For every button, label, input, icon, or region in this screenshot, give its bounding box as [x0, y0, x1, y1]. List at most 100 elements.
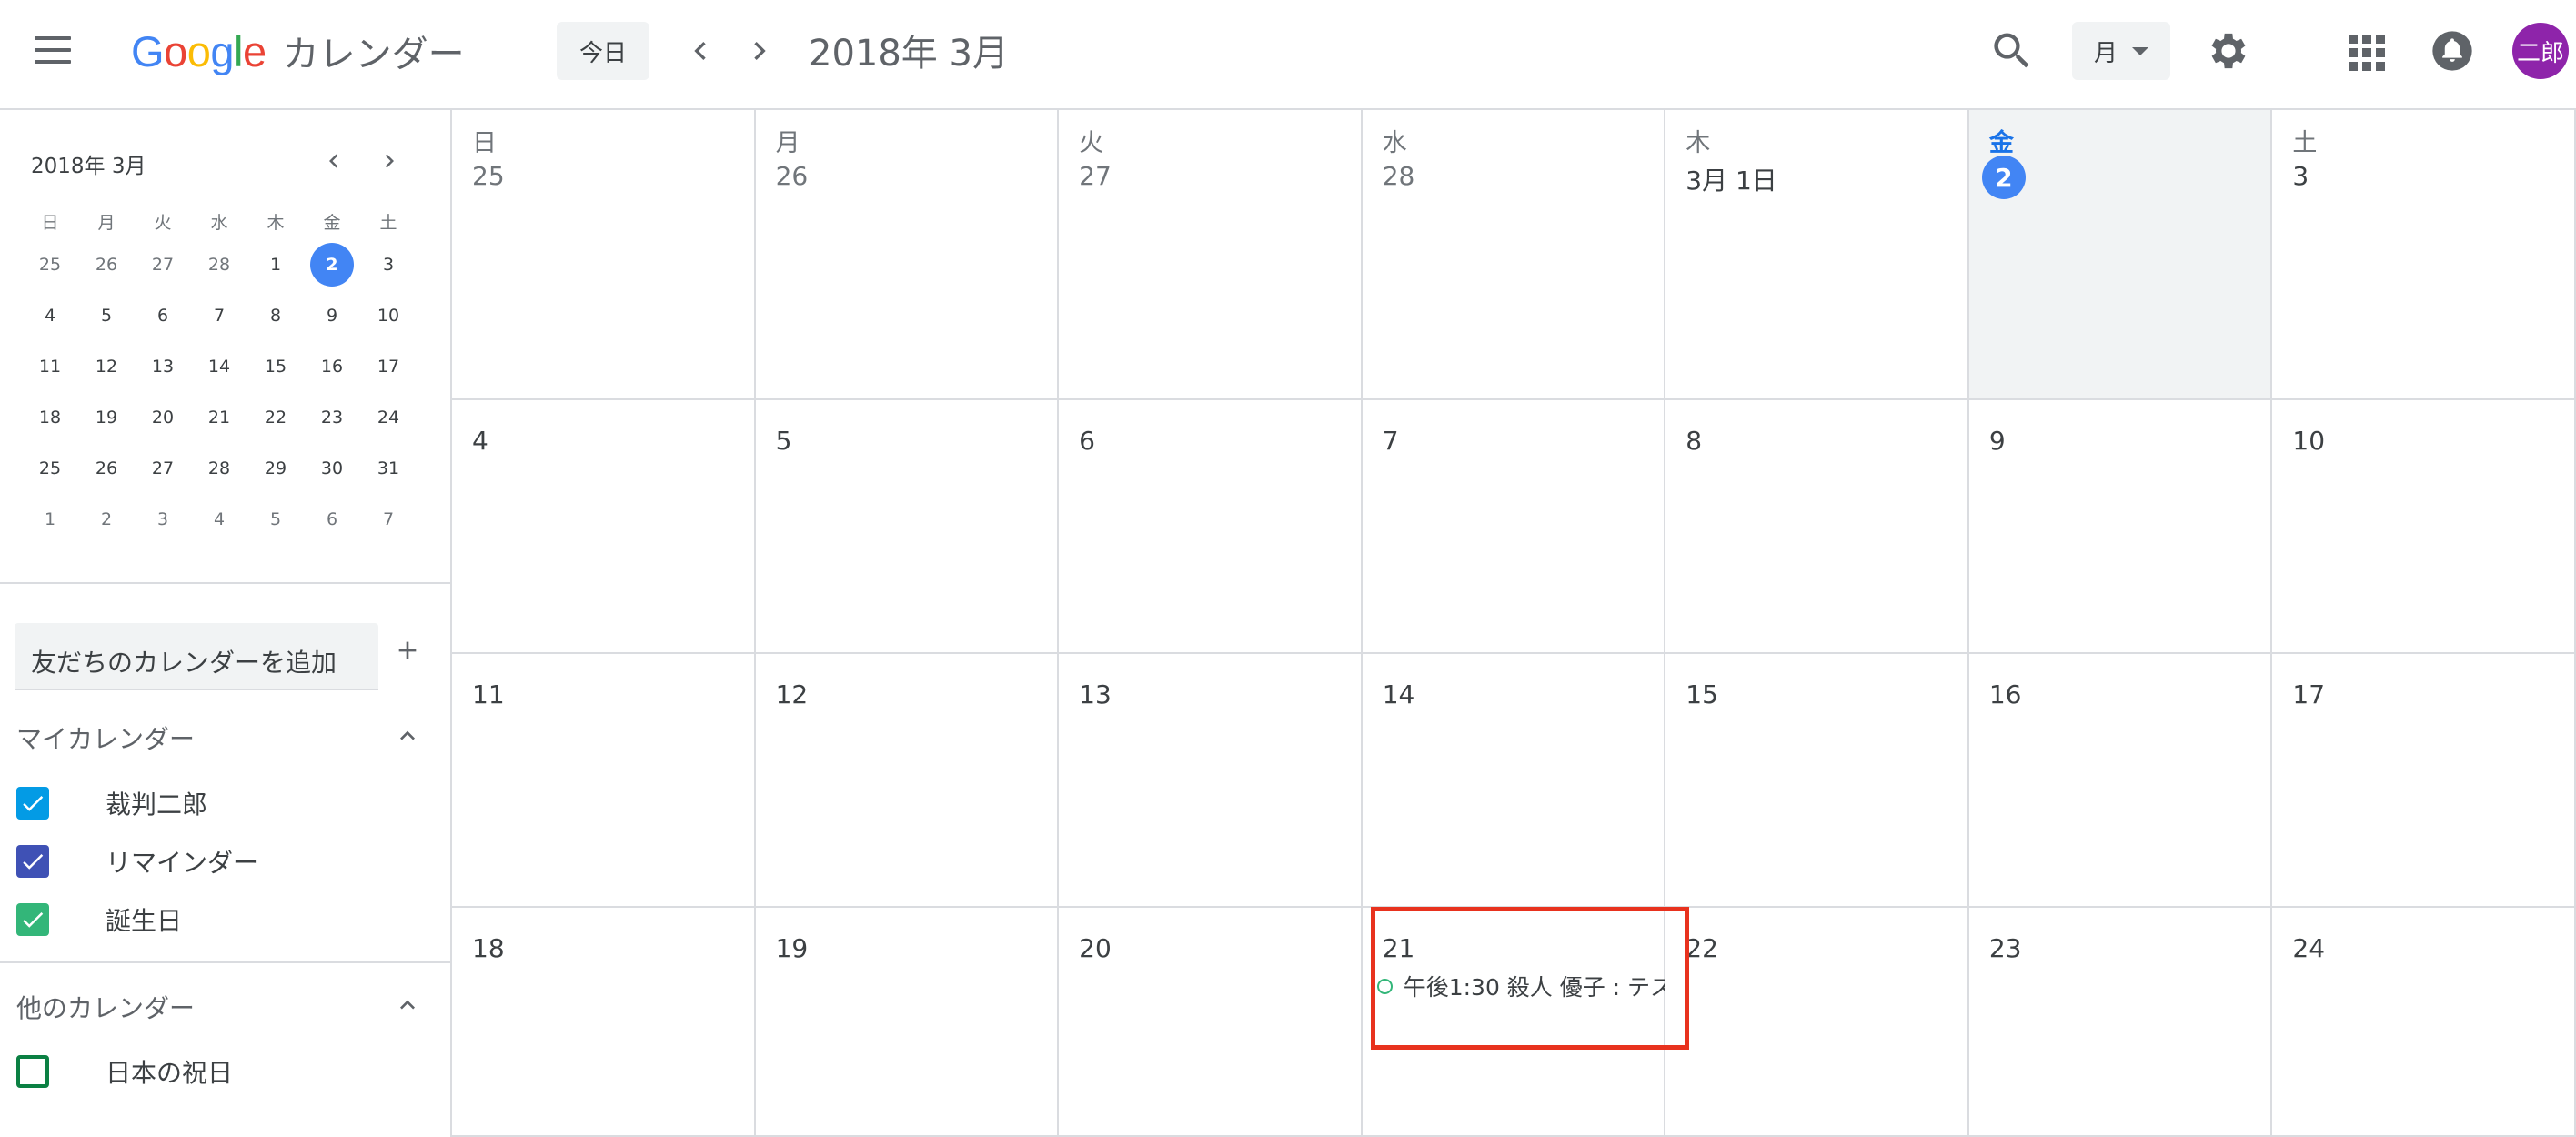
mini-day[interactable]: 6	[135, 294, 191, 337]
mini-day[interactable]: 5	[78, 294, 135, 337]
mini-day[interactable]: 16	[304, 345, 360, 388]
day-number[interactable]: 12	[776, 679, 809, 709]
mini-day-today[interactable]: 2	[304, 243, 360, 287]
day-cell[interactable]: 水 28	[1362, 110, 1666, 400]
day-number[interactable]: 20	[1079, 933, 1112, 963]
day-number[interactable]: 22	[1685, 933, 1718, 963]
mini-day[interactable]: 25	[22, 243, 78, 287]
bell-icon[interactable]	[2429, 27, 2476, 75]
day-cell[interactable]: 月 26	[755, 110, 1060, 400]
day-number[interactable]: 7	[1383, 426, 1399, 456]
checkbox-checked[interactable]	[16, 787, 49, 820]
mini-day[interactable]: 22	[247, 396, 304, 439]
mini-day[interactable]: 3	[360, 243, 417, 287]
day-number[interactable]: 17	[2292, 679, 2325, 709]
search-icon[interactable]	[1988, 27, 2036, 75]
menu-icon[interactable]	[33, 34, 73, 66]
day-cell[interactable]: 5	[755, 400, 1060, 654]
mini-day[interactable]: 26	[78, 447, 135, 490]
calendar-item[interactable]: 裁判二郎	[16, 785, 207, 821]
google-calendar-logo[interactable]: Google カレンダー	[131, 22, 465, 80]
day-cell[interactable]: 6	[1059, 400, 1363, 654]
checkbox-checked[interactable]	[16, 845, 49, 878]
day-number[interactable]: 24	[2292, 933, 2325, 963]
day-cell[interactable]: 10	[2272, 400, 2576, 654]
mini-day[interactable]: 28	[191, 243, 247, 287]
day-number[interactable]: 16	[1989, 679, 2022, 709]
day-cell[interactable]: 11	[452, 654, 756, 908]
my-calendars-title[interactable]: マイカレンダー	[16, 719, 195, 756]
mini-day[interactable]: 25	[22, 447, 78, 490]
day-cell[interactable]: 7	[1362, 400, 1666, 654]
day-cell[interactable]: 22	[1665, 908, 1969, 1137]
mini-day[interactable]: 27	[135, 243, 191, 287]
mini-day[interactable]: 23	[304, 396, 360, 439]
day-cell[interactable]: 日 25	[452, 110, 756, 400]
mini-day[interactable]: 29	[247, 447, 304, 490]
mini-day[interactable]: 6	[304, 498, 360, 541]
mini-day[interactable]: 28	[191, 447, 247, 490]
day-cell[interactable]: 12	[755, 654, 1060, 908]
day-cell[interactable]: 15	[1665, 654, 1969, 908]
day-number[interactable]: 5	[776, 426, 792, 456]
mini-day[interactable]: 14	[191, 345, 247, 388]
mini-day[interactable]: 27	[135, 447, 191, 490]
day-number[interactable]: 18	[472, 933, 505, 963]
mini-day[interactable]: 7	[191, 294, 247, 337]
mini-day[interactable]: 13	[135, 345, 191, 388]
day-cell[interactable]: 火 27	[1059, 110, 1363, 400]
day-number[interactable]: 11	[472, 679, 505, 709]
mini-day[interactable]: 1	[247, 243, 304, 287]
day-number[interactable]: 25	[472, 161, 505, 191]
mini-day[interactable]: 21	[191, 396, 247, 439]
chevron-right-icon[interactable]	[738, 29, 781, 73]
day-number[interactable]: 27	[1079, 161, 1112, 191]
checkbox-unchecked[interactable]	[16, 1055, 49, 1088]
chevron-up-icon[interactable]	[393, 991, 422, 1020]
view-switcher[interactable]: 月	[2072, 22, 2170, 80]
day-number[interactable]: 9	[1989, 426, 2006, 456]
calendar-item[interactable]: リマインダー	[16, 843, 258, 880]
today-button[interactable]: 今日	[557, 22, 649, 80]
mini-day[interactable]: 24	[360, 396, 417, 439]
chevron-left-icon[interactable]	[679, 29, 722, 73]
mini-day[interactable]: 9	[304, 294, 360, 337]
day-cell[interactable]: 14	[1362, 654, 1666, 908]
mini-day[interactable]: 18	[22, 396, 78, 439]
mini-prev-month-icon[interactable]	[316, 143, 352, 179]
day-number[interactable]: 8	[1685, 426, 1702, 456]
day-number[interactable]: 23	[1989, 933, 2022, 963]
mini-day[interactable]: 17	[360, 345, 417, 388]
day-number[interactable]: 13	[1079, 679, 1112, 709]
mini-day[interactable]: 15	[247, 345, 304, 388]
mini-day[interactable]: 3	[135, 498, 191, 541]
day-cell[interactable]: 9	[1968, 400, 2273, 654]
day-cell[interactable]: 16	[1968, 654, 2273, 908]
day-cell[interactable]: 土3	[2272, 110, 2576, 400]
day-number[interactable]: 15	[1685, 679, 1718, 709]
day-cell[interactable]: 24	[2272, 908, 2576, 1137]
day-cell[interactable]: 19	[755, 908, 1060, 1137]
calendar-item[interactable]: 誕生日	[16, 901, 182, 938]
mini-day[interactable]: 20	[135, 396, 191, 439]
mini-day[interactable]: 8	[247, 294, 304, 337]
day-cell[interactable]: 4	[452, 400, 756, 654]
other-calendars-title[interactable]: 他のカレンダー	[16, 989, 195, 1025]
day-cell[interactable]: 17	[2272, 654, 2576, 908]
day-number[interactable]: 4	[472, 426, 488, 456]
day-cell[interactable]: 23	[1968, 908, 2273, 1137]
add-friend-calendar-input[interactable]: 友だちのカレンダーを追加	[15, 623, 378, 690]
day-number[interactable]: 10	[2292, 426, 2325, 456]
day-number[interactable]: 14	[1383, 679, 1415, 709]
day-cell[interactable]: 木 3月 1日	[1665, 110, 1969, 400]
mini-day[interactable]: 4	[22, 294, 78, 337]
day-cell[interactable]: 13	[1059, 654, 1363, 908]
mini-day[interactable]: 12	[78, 345, 135, 388]
mini-day[interactable]: 31	[360, 447, 417, 490]
mini-day[interactable]: 10	[360, 294, 417, 337]
day-number[interactable]: 3月 1日	[1685, 161, 1777, 197]
checkbox-checked[interactable]	[16, 903, 49, 936]
mini-day[interactable]: 5	[247, 498, 304, 541]
day-cell[interactable]: 金2	[1968, 110, 2273, 400]
mini-day[interactable]: 4	[191, 498, 247, 541]
